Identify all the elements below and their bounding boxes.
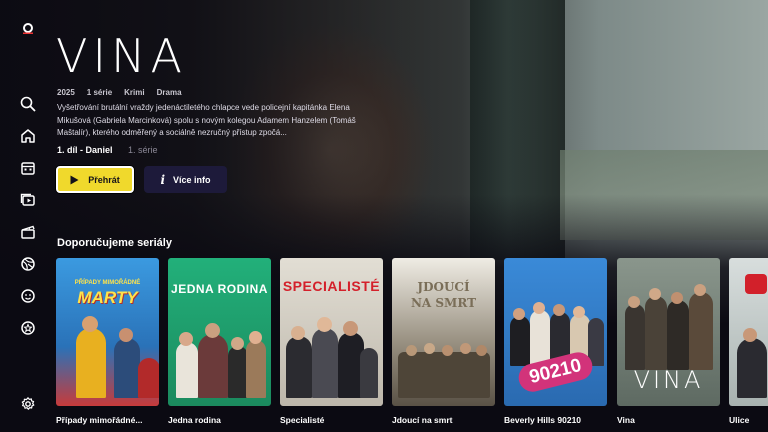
series-poster: JEDNA RODINA	[168, 258, 271, 406]
poster-title: JDOUCÍ	[417, 280, 470, 294]
series-card[interactable]: JEDNA RODINA Jedna rodina	[168, 258, 271, 425]
sidebar	[0, 0, 56, 432]
poster-title: MARTY	[77, 288, 138, 307]
poster-title: SPECIALISTÉ	[282, 278, 381, 294]
sidebar-item-settings[interactable]	[18, 394, 38, 414]
series-poster: SPECIALISTÉ	[280, 258, 383, 406]
show-year: 2025	[57, 88, 75, 97]
series-card-title: Jedna rodina	[168, 415, 221, 425]
series-card[interactable]: VINA Vina	[617, 258, 720, 425]
series-card[interactable]: PŘÍPADY MIMOŘÁDNÉ MARTY Případy mimořádn…	[56, 258, 159, 425]
series-card[interactable]: SPECIALISTÉ Specialisté	[280, 258, 383, 425]
settings-icon	[21, 397, 35, 410]
poster-characters	[623, 280, 714, 370]
favorites-icon	[21, 321, 35, 335]
series-poster: JDOUCÍ NA SMRT	[392, 258, 495, 406]
show-seasons: 1 série	[86, 88, 113, 97]
info-icon: i	[160, 172, 166, 187]
poster-characters	[286, 317, 378, 398]
sidebar-item-sport[interactable]	[18, 254, 38, 274]
sport-icon	[21, 257, 35, 271]
series-card[interactable]: JDOUCÍ NA SMRT Jdoucí na smrt	[392, 258, 495, 425]
episode-label: 1. díl - Daniel	[57, 145, 113, 155]
series-poster: VINA	[617, 258, 720, 406]
sidebar-item-series[interactable]	[18, 190, 38, 210]
poster-characters	[62, 316, 159, 398]
series-card-title: Jdoucí na smrt	[392, 415, 453, 425]
season-label: 1. série	[128, 145, 158, 155]
poster-title: VINA	[633, 366, 704, 394]
series-card-title: Případy mimořádné...	[56, 415, 143, 425]
sidebar-item-movies[interactable]	[18, 222, 38, 242]
poster-characters	[735, 318, 768, 398]
more-info-button[interactable]: i Více info	[144, 166, 227, 193]
more-info-button-label: Více info	[173, 174, 211, 185]
show-description: Vyšetřování brutální vraždy jedenáctilet…	[57, 103, 356, 137]
poster-title: NA SMRT	[410, 296, 477, 310]
poster-title: PŘÍPADY MIMOŘÁDNÉ	[74, 280, 141, 286]
series-card-title: Specialisté	[280, 415, 325, 425]
show-title-logo: VINA	[56, 29, 187, 83]
home-icon	[21, 129, 35, 143]
poster-characters	[174, 318, 266, 398]
series-card[interactable]: Ulice	[729, 258, 768, 425]
play-icon	[70, 175, 79, 184]
series-card[interactable]: 90210 Beverly Hills 90210	[504, 258, 607, 425]
poster-logo	[745, 274, 767, 294]
app-logo	[22, 21, 34, 34]
search-icon	[20, 96, 36, 112]
series-poster	[729, 258, 768, 406]
show-genre: Drama	[156, 88, 182, 97]
series-card-title: Ulice	[729, 415, 750, 425]
sidebar-item-search[interactable]	[18, 94, 38, 114]
series-poster: 90210	[504, 258, 607, 406]
show-genre: Krimi	[124, 88, 145, 97]
kids-icon	[21, 289, 35, 303]
calendar-icon	[21, 162, 35, 175]
sidebar-item-favorites[interactable]	[18, 318, 38, 338]
play-button[interactable]: Přehrát	[56, 166, 134, 193]
poster-title: JEDNA RODINA	[171, 282, 268, 296]
series-icon	[20, 193, 35, 206]
series-poster: PŘÍPADY MIMOŘÁDNÉ MARTY	[56, 258, 159, 406]
section-title: Doporučujeme seriály	[57, 237, 172, 249]
poster-characters	[398, 318, 490, 398]
sidebar-item-kids[interactable]	[18, 286, 38, 306]
sidebar-item-tv-program[interactable]	[18, 158, 38, 178]
series-carousel: PŘÍPADY MIMOŘÁDNÉ MARTY Případy mimořádn…	[56, 258, 768, 432]
series-card-title: Beverly Hills 90210	[504, 415, 582, 425]
series-card-title: Vina	[617, 415, 635, 425]
movies-icon	[21, 225, 35, 239]
show-metadata: 2025 1 série Krimi Drama	[57, 88, 182, 97]
sidebar-item-home[interactable]	[18, 126, 38, 146]
play-button-label: Přehrát	[88, 174, 120, 185]
